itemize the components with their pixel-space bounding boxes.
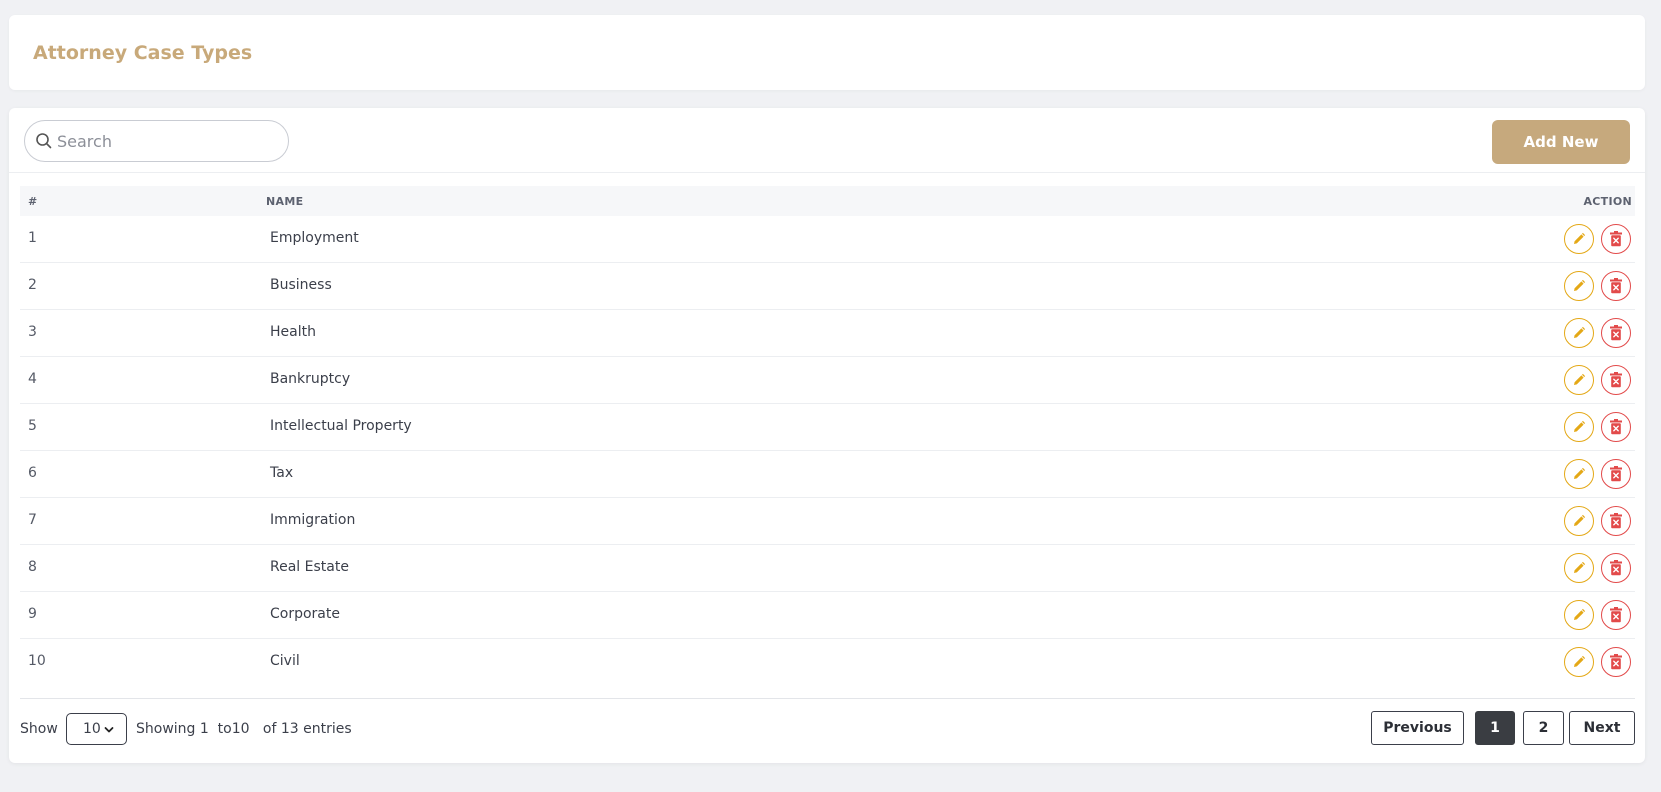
delete-button[interactable] — [1601, 365, 1631, 395]
row-number: 7 — [28, 512, 37, 528]
row-name: Corporate — [270, 606, 340, 622]
table-header: # NAME ACTION — [20, 186, 1635, 216]
table-row: 10 Civil — [20, 639, 1635, 686]
edit-button[interactable] — [1564, 365, 1594, 395]
row-name: Tax — [270, 465, 294, 481]
page-1-button[interactable]: 1 — [1475, 711, 1515, 745]
delete-button[interactable] — [1601, 553, 1631, 583]
row-name: Real Estate — [270, 559, 349, 575]
edit-button[interactable] — [1564, 459, 1594, 489]
table-row: 7 Immigration — [20, 498, 1635, 545]
delete-button[interactable] — [1601, 224, 1631, 254]
row-name: Health — [270, 324, 316, 340]
row-number: 8 — [28, 559, 37, 575]
next-page-button[interactable]: Next — [1569, 711, 1635, 745]
trash-icon — [1609, 278, 1623, 294]
add-new-button[interactable]: Add New — [1492, 120, 1630, 164]
table-footer: Show 10 Showing 1 to10 of 13 entries Pre… — [20, 711, 1635, 747]
row-name: Civil — [270, 653, 300, 669]
table-row: 6 Tax — [20, 451, 1635, 498]
edit-button[interactable] — [1564, 600, 1594, 630]
row-name: Business — [270, 277, 332, 293]
trash-icon — [1609, 325, 1623, 341]
entries-info: Showing 1 to10 of 13 entries — [136, 721, 352, 737]
page-header: Attorney Case Types — [9, 15, 1645, 90]
delete-button[interactable] — [1601, 318, 1631, 348]
row-name: Bankruptcy — [270, 371, 351, 387]
table-row: 8 Real Estate — [20, 545, 1635, 592]
trash-icon — [1609, 372, 1623, 388]
row-number: 5 — [28, 418, 37, 434]
column-header-action: ACTION — [1583, 195, 1632, 208]
table-row: 3 Health — [20, 310, 1635, 357]
edit-button[interactable] — [1564, 412, 1594, 442]
edit-button[interactable] — [1564, 318, 1594, 348]
trash-icon — [1609, 231, 1623, 247]
pencil-icon — [1572, 655, 1586, 669]
previous-page-button[interactable]: Previous — [1371, 711, 1464, 745]
trash-icon — [1609, 607, 1623, 623]
delete-button[interactable] — [1601, 271, 1631, 301]
row-number: 10 — [28, 653, 46, 669]
pencil-icon — [1572, 514, 1586, 528]
table-row: 5 Intellectual Property — [20, 404, 1635, 451]
table-row: 1 Employment — [20, 216, 1635, 263]
delete-button[interactable] — [1601, 412, 1631, 442]
row-number: 3 — [28, 324, 37, 340]
pencil-icon — [1572, 561, 1586, 575]
case-types-card: Add New # NAME ACTION 1 Employment 2 Busine… — [9, 108, 1645, 763]
pencil-icon — [1572, 232, 1586, 246]
show-label: Show — [20, 721, 58, 737]
table-row: 2 Business — [20, 263, 1635, 310]
toolbar-divider — [9, 172, 1645, 173]
search-icon — [36, 133, 52, 149]
search-box[interactable] — [24, 120, 289, 162]
delete-button[interactable] — [1601, 459, 1631, 489]
pencil-icon — [1572, 608, 1586, 622]
edit-button[interactable] — [1564, 506, 1594, 536]
trash-icon — [1609, 419, 1623, 435]
page-size-value: 10 — [83, 721, 101, 737]
delete-button[interactable] — [1601, 600, 1631, 630]
chevron-down-icon — [104, 727, 114, 733]
pencil-icon — [1572, 420, 1586, 434]
row-number: 6 — [28, 465, 37, 481]
edit-button[interactable] — [1564, 224, 1594, 254]
edit-button[interactable] — [1564, 271, 1594, 301]
footer-divider — [20, 698, 1635, 699]
trash-icon — [1609, 466, 1623, 482]
row-number: 9 — [28, 606, 37, 622]
delete-button[interactable] — [1601, 647, 1631, 677]
pencil-icon — [1572, 373, 1586, 387]
table-row: 4 Bankruptcy — [20, 357, 1635, 404]
row-number: 4 — [28, 371, 37, 387]
table-body: 1 Employment 2 Business 3 Health 4 Bankruptcy 5 I… — [20, 216, 1635, 686]
row-number: 1 — [28, 230, 37, 246]
row-name: Intellectual Property — [270, 418, 412, 434]
table-row: 9 Corporate — [20, 592, 1635, 639]
edit-button[interactable] — [1564, 553, 1594, 583]
pencil-icon — [1572, 467, 1586, 481]
search-input[interactable] — [57, 127, 277, 155]
row-name: Employment — [270, 230, 359, 246]
page-title: Attorney Case Types — [33, 42, 253, 64]
edit-button[interactable] — [1564, 647, 1594, 677]
page-2-button[interactable]: 2 — [1523, 711, 1564, 745]
pencil-icon — [1572, 279, 1586, 293]
column-header-number: # — [28, 195, 38, 208]
trash-icon — [1609, 654, 1623, 670]
row-name: Immigration — [270, 512, 356, 528]
delete-button[interactable] — [1601, 506, 1631, 536]
trash-icon — [1609, 560, 1623, 576]
trash-icon — [1609, 513, 1623, 529]
column-header-name: NAME — [266, 195, 304, 208]
row-number: 2 — [28, 277, 37, 293]
page-size-select[interactable]: 10 — [66, 713, 127, 745]
pencil-icon — [1572, 326, 1586, 340]
